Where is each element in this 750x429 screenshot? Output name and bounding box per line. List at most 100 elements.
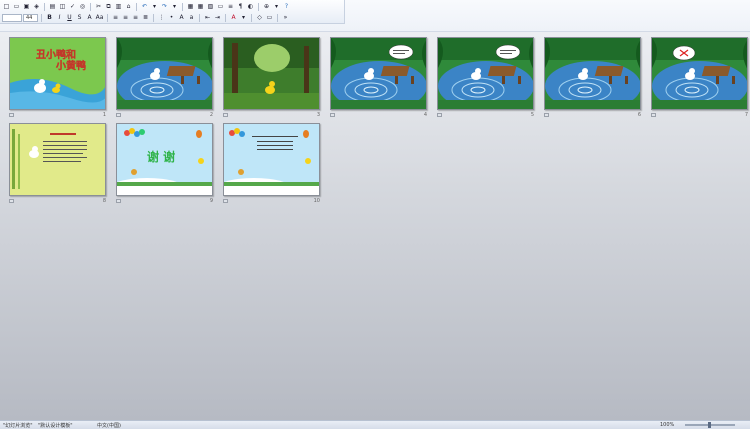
expand-all-icon[interactable]: ≡ bbox=[226, 2, 235, 11]
slide-image-7 bbox=[652, 38, 747, 109]
zoom-dropdown-icon[interactable]: ▾ bbox=[272, 2, 281, 11]
slide-transition-icon[interactable] bbox=[223, 113, 228, 117]
copy-icon[interactable]: ⧉ bbox=[104, 2, 113, 11]
numbering-icon[interactable]: ⋮ bbox=[157, 13, 166, 22]
redo-icon[interactable]: ↷ bbox=[160, 2, 169, 11]
align-right-icon[interactable]: ≡ bbox=[131, 13, 140, 22]
zoom-slider-thumb[interactable] bbox=[708, 422, 711, 428]
slide-transition-icon[interactable] bbox=[9, 113, 14, 117]
slide-number: 10 bbox=[313, 198, 320, 204]
increase-indent-icon[interactable]: ⇥ bbox=[213, 13, 222, 22]
slide-image-3 bbox=[224, 38, 319, 109]
slide-transition-icon[interactable] bbox=[651, 113, 656, 117]
design-icon[interactable]: ◇ bbox=[255, 13, 264, 22]
slide-transition-icon[interactable] bbox=[223, 199, 228, 203]
slide-image-6 bbox=[545, 38, 640, 109]
print-icon[interactable]: ▤ bbox=[48, 2, 57, 11]
permission-icon[interactable]: ◈ bbox=[32, 2, 41, 11]
slide-thumbnail-4[interactable] bbox=[330, 37, 427, 110]
font-shrink-button[interactable]: Aa bbox=[95, 13, 104, 22]
status-zoom-label: 100% bbox=[660, 422, 675, 428]
slide-transition-icon[interactable] bbox=[544, 113, 549, 117]
undo-dropdown-icon[interactable]: ▾ bbox=[150, 2, 159, 11]
new-file-icon[interactable]: □ bbox=[2, 2, 11, 11]
status-view-label: "幻灯片浏览" bbox=[3, 423, 33, 429]
slide-number: 3 bbox=[316, 112, 320, 118]
slide-number: 6 bbox=[637, 112, 641, 118]
slide-transition-icon[interactable] bbox=[9, 199, 14, 203]
toolbar-separator bbox=[136, 2, 137, 11]
slide-thumbnail-5[interactable] bbox=[437, 37, 534, 110]
slide-sorter-pane[interactable]: 丑小鸭和 小黄鸭 1 2 3 4 5 6 7 8 谢 谢 9 10 bbox=[0, 32, 750, 420]
font-size-combo[interactable]: 44 bbox=[23, 13, 38, 22]
align-center-icon[interactable]: ≡ bbox=[121, 13, 130, 22]
slide-number: 8 bbox=[102, 198, 106, 204]
toolbar-separator bbox=[277, 13, 278, 22]
slide-thumbnail-7[interactable] bbox=[651, 37, 748, 110]
italic-button[interactable]: I bbox=[55, 13, 64, 22]
shadow-button[interactable]: S bbox=[75, 13, 84, 22]
slide-thumbnail-10[interactable] bbox=[223, 123, 320, 196]
slide-transition-icon[interactable] bbox=[116, 199, 121, 203]
slide-thumbnail-3[interactable] bbox=[223, 37, 320, 110]
toolbar-separator bbox=[90, 2, 91, 11]
open-folder-icon[interactable]: ▭ bbox=[12, 2, 21, 11]
font-grow-button[interactable]: A bbox=[85, 13, 94, 22]
decrease-indent-icon[interactable]: ⇤ bbox=[203, 13, 212, 22]
font-name-combo[interactable] bbox=[2, 13, 22, 22]
slide-image-4 bbox=[331, 38, 426, 109]
increase-font-icon[interactable]: A bbox=[177, 13, 186, 22]
slide-transition-icon[interactable] bbox=[116, 113, 121, 117]
status-language-label: 中文(中国) bbox=[97, 423, 121, 429]
slide-image-10 bbox=[224, 124, 319, 195]
show-formatting-icon[interactable]: ¶ bbox=[236, 2, 245, 11]
font-color-dropdown-icon[interactable]: ▾ bbox=[239, 13, 248, 22]
zoom-icon[interactable]: ⊕ bbox=[262, 2, 271, 11]
align-left-icon[interactable]: ≡ bbox=[111, 13, 120, 22]
slide-text: 小黄鸭 bbox=[55, 59, 86, 72]
slide-image-8 bbox=[10, 124, 105, 195]
tables-borders-icon[interactable]: ▧ bbox=[206, 2, 215, 11]
toolbar-separator bbox=[225, 13, 226, 22]
toolbar-separator bbox=[258, 2, 259, 11]
slide-thumbnail-6[interactable] bbox=[544, 37, 641, 110]
toolbar-separator bbox=[107, 13, 108, 22]
slide-number: 2 bbox=[209, 112, 213, 118]
toolbar-options-icon[interactable]: » bbox=[281, 13, 290, 22]
slide-text: 谢 谢 bbox=[147, 149, 175, 164]
format-painter-icon[interactable]: ⌂ bbox=[124, 2, 133, 11]
slide-transition-icon[interactable] bbox=[437, 113, 442, 117]
spelling-icon[interactable]: ✓ bbox=[68, 2, 77, 11]
font-color-button[interactable]: A bbox=[229, 13, 238, 22]
slide-thumbnail-9[interactable]: 谢 谢 bbox=[116, 123, 213, 196]
print-preview-icon[interactable]: ◫ bbox=[58, 2, 67, 11]
slide-thumbnail-2[interactable] bbox=[116, 37, 213, 110]
underline-button[interactable]: U bbox=[65, 13, 74, 22]
bold-button[interactable]: B bbox=[45, 13, 54, 22]
new-slide-button-icon[interactable]: ▭ bbox=[265, 13, 274, 22]
slide-image-9: 谢 谢 bbox=[117, 124, 212, 195]
decrease-font-icon[interactable]: a bbox=[187, 13, 196, 22]
distribute-icon[interactable]: ≣ bbox=[141, 13, 150, 22]
insert-chart-icon[interactable]: ▦ bbox=[186, 2, 195, 11]
toolbar-area: □ ▭ ▣ ◈ ▤ ◫ ✓ ◎ ✂ ⧉ ▥ ⌂ ↶ ▾ ↷ ▾ ▦ ▦ ▧ ▭ … bbox=[0, 0, 750, 32]
bullets-icon[interactable]: • bbox=[167, 13, 176, 22]
research-icon[interactable]: ◎ bbox=[78, 2, 87, 11]
save-icon[interactable]: ▣ bbox=[22, 2, 31, 11]
help-icon[interactable]: ? bbox=[282, 2, 291, 11]
slide-transition-icon[interactable] bbox=[330, 113, 335, 117]
new-slide-icon[interactable]: ▭ bbox=[216, 2, 225, 11]
grayscale-icon[interactable]: ◐ bbox=[246, 2, 255, 11]
slide-thumbnail-1[interactable]: 丑小鸭和 小黄鸭 bbox=[9, 37, 106, 110]
slide-thumbnail-8[interactable] bbox=[9, 123, 106, 196]
slide-number: 7 bbox=[744, 112, 748, 118]
paste-icon[interactable]: ▥ bbox=[114, 2, 123, 11]
toolbar-separator bbox=[41, 13, 42, 22]
redo-dropdown-icon[interactable]: ▾ bbox=[170, 2, 179, 11]
toolbar-separator bbox=[44, 2, 45, 11]
cut-icon[interactable]: ✂ bbox=[94, 2, 103, 11]
undo-icon[interactable]: ↶ bbox=[140, 2, 149, 11]
standard-toolbar: □ ▭ ▣ ◈ ▤ ◫ ✓ ◎ ✂ ⧉ ▥ ⌂ ↶ ▾ ↷ ▾ ▦ ▦ ▧ ▭ … bbox=[0, 1, 345, 12]
slide-number: 1 bbox=[102, 112, 106, 118]
insert-table-icon[interactable]: ▦ bbox=[196, 2, 205, 11]
